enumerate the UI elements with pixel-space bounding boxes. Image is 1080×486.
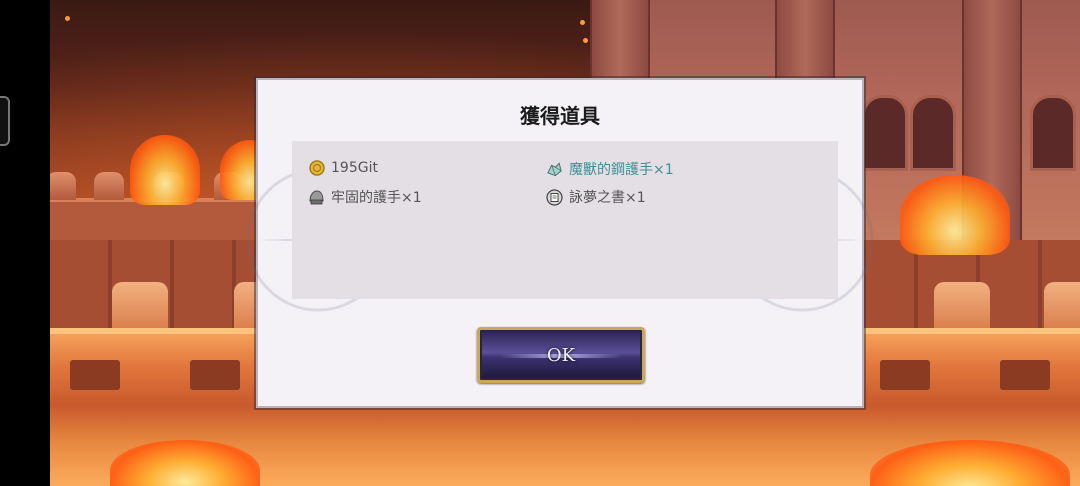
item-beast-steel-gauntlet: 魔獸的鋼護手×1 <box>546 159 674 179</box>
helmet-icon <box>308 189 325 206</box>
item-label: 195Git <box>331 159 378 176</box>
item-label: 魔獸的鋼護手×1 <box>569 162 674 178</box>
wall-post <box>934 282 990 332</box>
items-panel: 195Git 魔獸的鋼護手×1 牢固的護手×1 詠夢之書×1 <box>292 141 838 299</box>
ok-button-label: OK <box>546 344 576 366</box>
wall-post <box>50 172 76 200</box>
coin-icon <box>308 159 325 176</box>
wall-post <box>1044 282 1080 332</box>
side-handle[interactable] <box>0 96 10 146</box>
wall-slot <box>70 360 120 390</box>
screen-left-bar <box>0 0 50 486</box>
book-icon <box>546 188 563 206</box>
wall-slot <box>190 360 240 390</box>
fire-effect <box>130 135 200 205</box>
wall-slot <box>880 360 930 390</box>
item-acquired-dialog: 獲得道具 195Git 魔獸的鋼護手×1 牢固的護手×1 詠夢之書×1 OK <box>246 78 874 408</box>
arch-window <box>1030 95 1076 171</box>
ok-button[interactable]: OK <box>477 327 645 383</box>
wall-post <box>112 282 168 332</box>
arch-window <box>910 95 956 171</box>
item-gold: 195Git <box>308 159 378 176</box>
item-sturdy-gauntlet: 牢固的護手×1 <box>308 187 422 207</box>
ember <box>580 20 585 25</box>
wall-slot <box>1000 360 1050 390</box>
crystal-ore-icon <box>546 161 563 178</box>
item-dream-book: 詠夢之書×1 <box>546 187 646 207</box>
fire-effect <box>900 175 1010 255</box>
item-label: 牢固的護手×1 <box>331 190 422 206</box>
ember <box>583 38 588 43</box>
ember <box>65 16 70 21</box>
dialog-title: 獲得道具 <box>520 104 600 128</box>
wall-post <box>94 172 124 200</box>
item-label: 詠夢之書×1 <box>569 190 646 206</box>
